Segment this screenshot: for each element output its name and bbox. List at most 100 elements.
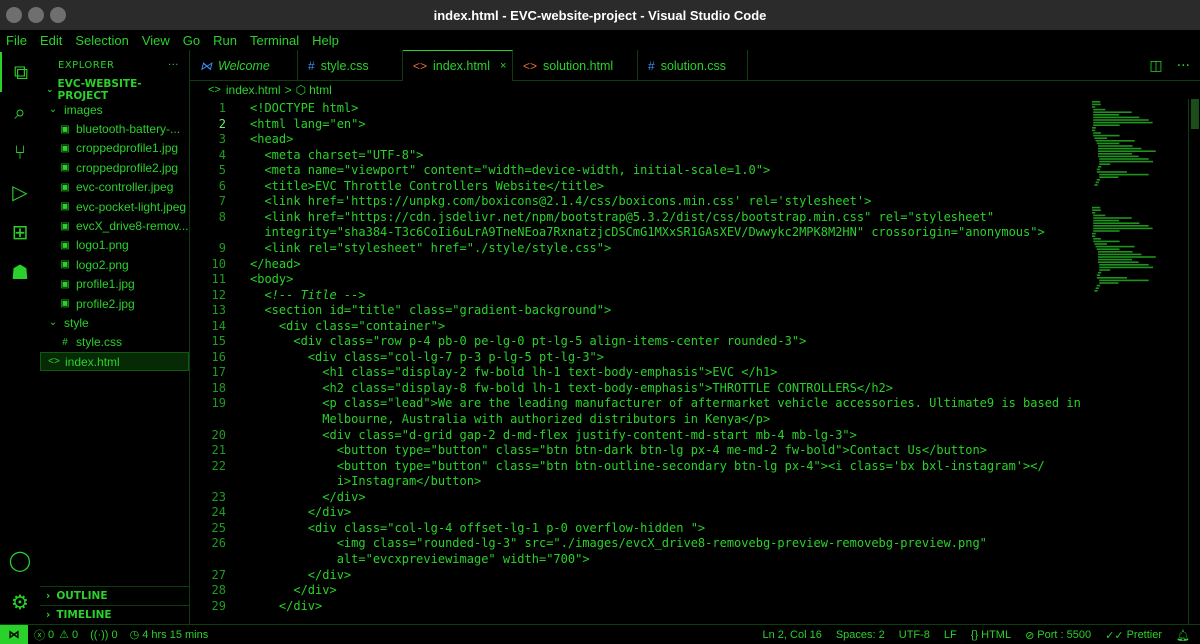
encoding[interactable]: UTF-8	[899, 629, 930, 641]
menu-item-run[interactable]: Run	[213, 33, 237, 48]
menu-item-edit[interactable]: Edit	[40, 33, 62, 48]
more-actions-icon[interactable]: ···	[168, 60, 179, 71]
code-line[interactable]: 10 </head>	[190, 256, 1090, 272]
problems-indicator[interactable]: ⓧ 0 ⚠ 0	[34, 627, 78, 643]
code-line[interactable]: 11 <body>	[190, 271, 1090, 287]
code-line[interactable]: 25 <div class="col-lg-4 offset-lg-1 p-0 …	[190, 520, 1090, 536]
tree-file[interactable]: <> index.html	[40, 352, 189, 372]
search-icon[interactable]: ⌕	[0, 92, 40, 132]
extensions-icon[interactable]: ⊞	[0, 212, 40, 252]
code-line[interactable]: 28 </div>	[190, 582, 1090, 598]
minimap[interactable]	[1090, 99, 1188, 624]
code-line[interactable]: 18 <h2 class="display-8 fw-bold lh-1 tex…	[190, 380, 1090, 396]
more-actions-icon[interactable]: ···	[1177, 58, 1190, 74]
code-line[interactable]: 5 <meta name="viewport" content="width=d…	[190, 162, 1090, 178]
maximize-window-button[interactable]	[50, 7, 66, 23]
time-tracker[interactable]: ◷ 4 hrs 15 mins	[130, 628, 209, 642]
tree-file[interactable]: ▣ evc-pocket-light.jpeg	[40, 197, 189, 216]
tree-file[interactable]: ▣ croppedprofile1.jpg	[40, 139, 189, 158]
tab-solution-html[interactable]: <> solution.html	[513, 50, 638, 81]
line-number: 24	[211, 505, 226, 520]
code-line[interactable]: 29 </div>	[190, 598, 1090, 614]
code-line[interactable]: 9 <link rel="stylesheet" href="./style/s…	[190, 240, 1090, 256]
code-editor[interactable]: 1 <!DOCTYPE html> 2 <html lang="en"> 3 <head>…	[190, 99, 1090, 624]
menu-item-go[interactable]: Go	[183, 33, 200, 48]
menu-item-help[interactable]: Help	[312, 33, 339, 48]
prettier-status[interactable]: ✓✓ Prettier	[1105, 629, 1162, 642]
account-icon[interactable]: ◯	[0, 540, 40, 580]
code-line[interactable]: 1 <!DOCTYPE html>	[190, 100, 1090, 116]
code-line[interactable]: 6 <title>EVC Throttle Controllers Websit…	[190, 178, 1090, 194]
code-line[interactable]: 12 <!-- Title -->	[190, 287, 1090, 303]
cursor-position[interactable]: Ln 2, Col 16	[763, 629, 822, 641]
code-line[interactable]: 13 <section id="title" class="gradient-b…	[190, 302, 1090, 318]
code-text: </div>	[250, 505, 352, 520]
tab-solution-css[interactable]: # solution.css	[638, 50, 748, 81]
split-editor-icon[interactable]: ◫	[1149, 58, 1162, 74]
tree-file[interactable]: ▣ profile1.jpg	[40, 275, 189, 294]
code-line[interactable]: 24 </div>	[190, 504, 1090, 520]
code-line[interactable]: 3 <head>	[190, 131, 1090, 147]
ports-indicator[interactable]: ((·)) 0	[90, 629, 117, 641]
code-line[interactable]: Melbourne, Australia with authorized dis…	[190, 411, 1090, 427]
tree-folder[interactable]: ⌄ images	[40, 100, 189, 119]
tree-file[interactable]: ▣ profile2.jpg	[40, 294, 189, 313]
notifications-icon[interactable]: 🔔︎	[1176, 629, 1190, 642]
code-line[interactable]: 17 <h1 class="display-2 fw-bold lh-1 tex…	[190, 364, 1090, 380]
code-line[interactable]: 23 </div>	[190, 489, 1090, 505]
close-window-button[interactable]	[6, 7, 22, 23]
remote-indicator[interactable]: ⋈	[0, 624, 28, 644]
outline-section[interactable]: › OUTLINE	[40, 586, 190, 605]
code-line[interactable]: 2 <html lang="en">	[190, 116, 1090, 132]
code-line[interactable]: 19 <p class="lead">We are the leading ma…	[190, 395, 1090, 411]
source-control-icon[interactable]: ⑂	[0, 132, 40, 172]
tree-folder[interactable]: ⌄ style	[40, 313, 189, 332]
code-line[interactable]: integrity="sha384-T3c6CoIi6uLrA9TneNEoa7…	[190, 224, 1090, 240]
explorer-icon[interactable]: ⧉	[0, 52, 40, 92]
alien-extension-icon[interactable]: ☗	[0, 252, 40, 292]
editor-scrollbar[interactable]	[1188, 99, 1200, 624]
scrollbar-thumb[interactable]	[1191, 99, 1199, 129]
code-line[interactable]: 4 <meta charset="UTF-8">	[190, 147, 1090, 163]
line-ending[interactable]: LF	[944, 629, 957, 641]
breadcrumb-symbol[interactable]: html	[309, 83, 332, 97]
live-server-port[interactable]: ⊘ Port : 5500	[1025, 629, 1091, 642]
timeline-section[interactable]: › TIMELINE	[40, 605, 190, 624]
tree-file[interactable]: ▣ croppedprofile2.jpg	[40, 158, 189, 177]
language-mode[interactable]: {} HTML	[971, 629, 1011, 641]
code-line[interactable]: 27 </div>	[190, 567, 1090, 583]
tree-file[interactable]: # style.css	[40, 333, 189, 352]
menu-item-file[interactable]: File	[6, 33, 27, 48]
tab-style-css[interactable]: # style.css	[298, 50, 403, 81]
code-line[interactable]: 16 <div class="col-lg-7 p-3 p-lg-5 pt-lg…	[190, 349, 1090, 365]
menu-item-terminal[interactable]: Terminal	[250, 33, 299, 48]
tree-file[interactable]: ▣ evc-controller.jpeg	[40, 178, 189, 197]
tab-index-html[interactable]: <> index.html ×	[403, 50, 513, 81]
code-line[interactable]: 14 <div class="container">	[190, 318, 1090, 334]
tree-file[interactable]: ▣ bluetooth-battery-...	[40, 119, 189, 138]
indentation[interactable]: Spaces: 2	[836, 629, 885, 641]
tree-file[interactable]: ▣ logo2.png	[40, 255, 189, 274]
code-line[interactable]: 21 <button type="button" class="btn btn-…	[190, 442, 1090, 458]
minimize-window-button[interactable]	[28, 7, 44, 23]
close-tab-icon[interactable]: ×	[500, 60, 506, 72]
code-line[interactable]: 26 <img class="rounded-lg-3" src="./imag…	[190, 535, 1090, 551]
tab-welcome[interactable]: ⋈ Welcome	[190, 50, 298, 81]
run-debug-icon[interactable]: ▷	[0, 172, 40, 212]
settings-gear-icon[interactable]: ⚙	[0, 582, 40, 622]
menu-item-view[interactable]: View	[142, 33, 170, 48]
breadcrumb-file[interactable]: index.html	[226, 83, 281, 97]
code-line[interactable]: alt="evcxpreviewimage" width="700">	[190, 551, 1090, 567]
tree-file[interactable]: ▣ evcX_drive8-remov...	[40, 216, 189, 235]
code-line[interactable]: 22 <button type="button" class="btn btn-…	[190, 458, 1090, 474]
project-folder[interactable]: ⌄ EVC-WEBSITE-PROJECT	[40, 78, 189, 102]
code-line[interactable]: 7 <link href='https://unpkg.com/boxicons…	[190, 193, 1090, 209]
code-line[interactable]: 15 <div class="row p-4 pb-0 pe-lg-0 pt-l…	[190, 333, 1090, 349]
code-line[interactable]: 20 <div class="d-grid gap-2 d-md-flex ju…	[190, 427, 1090, 443]
tree-file[interactable]: ▣ logo1.png	[40, 236, 189, 255]
css-file-icon: #	[62, 336, 68, 348]
code-line[interactable]: 8 <link href="https://cdn.jsdelivr.net/n…	[190, 209, 1090, 225]
menu-item-selection[interactable]: Selection	[75, 33, 128, 48]
code-line[interactable]: i>Instagram</button>	[190, 473, 1090, 489]
image-file-icon: ▣	[60, 201, 70, 213]
